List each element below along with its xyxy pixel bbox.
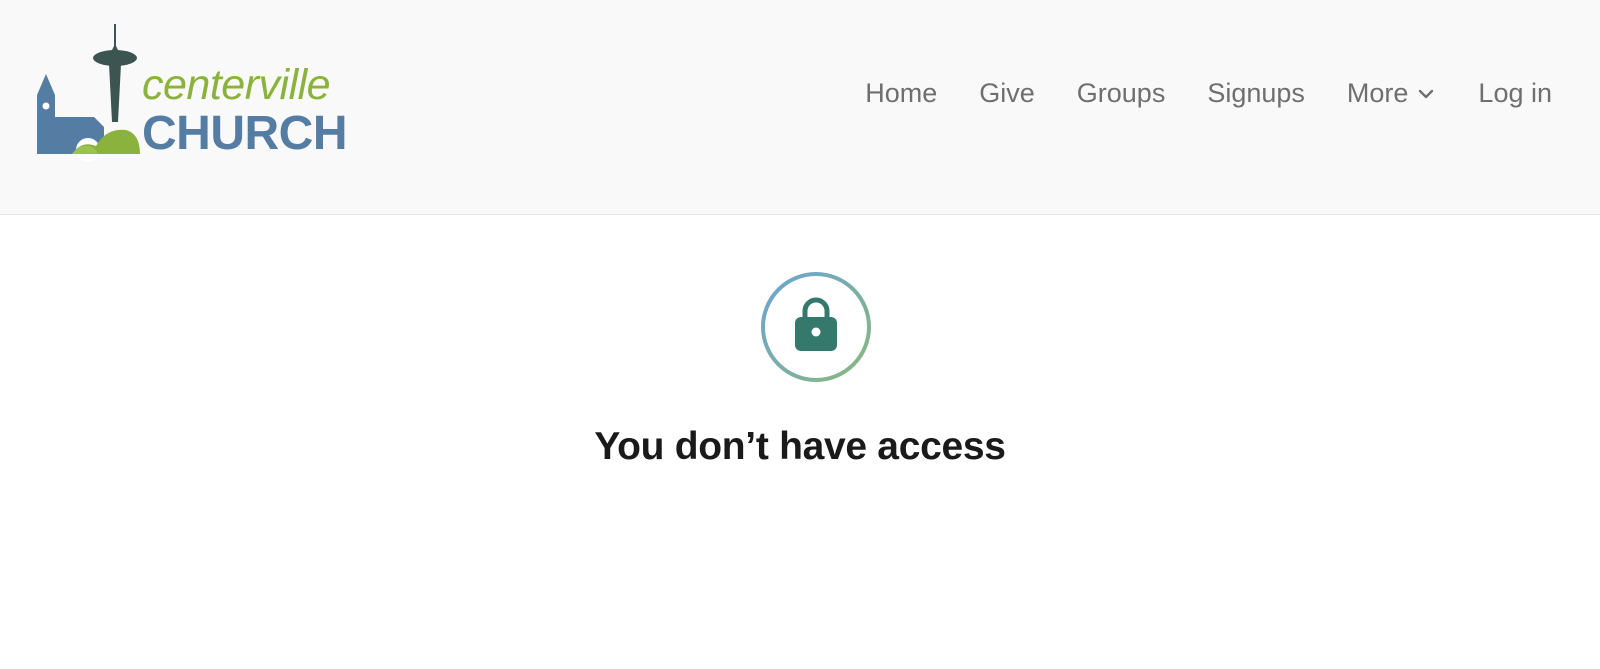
church-logo[interactable]: centerville CHURCH — [34, 22, 364, 162]
logo-text-church: CHURCH — [142, 107, 347, 160]
access-denied-message: You don’t have access — [594, 425, 1006, 468]
chevron-down-icon — [1419, 89, 1434, 98]
logo-text-centerville: centerville — [142, 61, 331, 109]
nav-more-label: More — [1346, 78, 1409, 108]
lock-icon — [761, 272, 871, 382]
main-nav: Home Give Groups Signups More Log in — [865, 78, 1552, 109]
nav-more-dropdown[interactable]: More — [1347, 78, 1437, 109]
church-skyline-icon — [37, 24, 140, 162]
site-header: centerville CHURCH Home Give Groups Sign… — [0, 0, 1600, 215]
nav-signups-link[interactable]: Signups — [1207, 78, 1305, 109]
nav-home-link[interactable]: Home — [865, 78, 937, 109]
nav-login-link[interactable]: Log in — [1478, 78, 1552, 109]
nav-groups-link[interactable]: Groups — [1077, 78, 1166, 109]
nav-give-link[interactable]: Give — [979, 78, 1035, 109]
access-lock-badge — [760, 271, 872, 383]
